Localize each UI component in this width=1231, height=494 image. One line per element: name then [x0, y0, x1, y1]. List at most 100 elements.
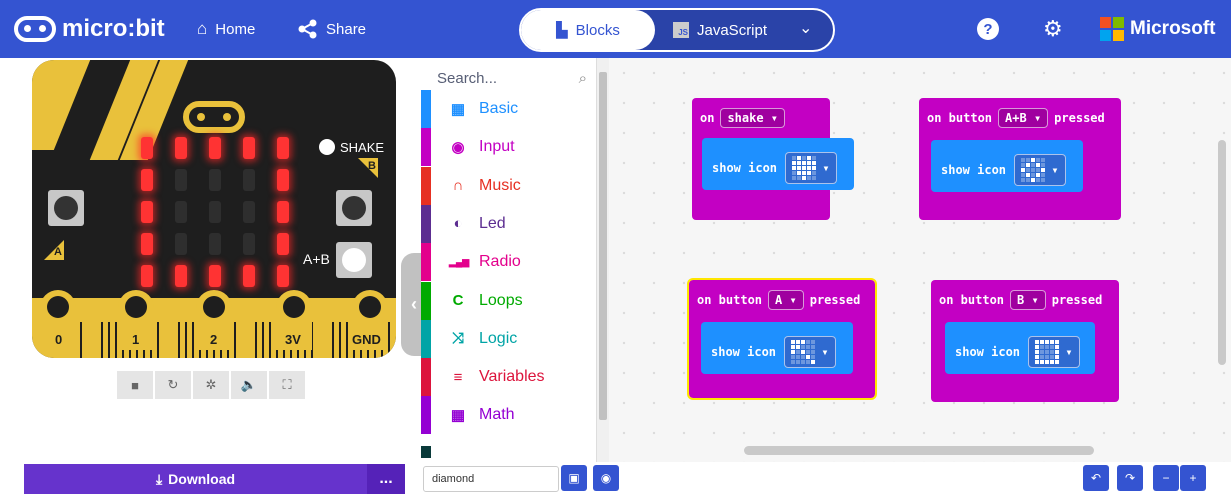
on-shake-block[interactable]: on shake ▾ show icon ▾ [692, 98, 854, 220]
icon-pixel [1050, 355, 1055, 359]
icon-pixel [1050, 350, 1055, 354]
icon-picker[interactable]: ▾ [785, 152, 838, 184]
simulator-controls: ■ ↻ ✲ 🔈 ⛶ [117, 371, 305, 399]
restart-icon[interactable]: ↻ [155, 371, 191, 399]
icon-pixel [1045, 345, 1050, 349]
icon-pixel [1045, 355, 1050, 359]
icon-picker[interactable]: ▾ [1014, 154, 1067, 186]
icon-pixel [791, 340, 796, 344]
pin-label: 1 [132, 332, 140, 347]
button-dropdown[interactable]: B ▾ [1010, 290, 1046, 310]
project-name-input[interactable] [423, 466, 559, 492]
led [243, 233, 255, 255]
show-icon-block[interactable]: show icon ▾ [702, 138, 854, 190]
shake-button[interactable] [319, 139, 335, 155]
share-button[interactable]: Share [298, 0, 366, 58]
undo-icon[interactable]: ↶ [1083, 465, 1109, 491]
edge-contact [262, 322, 264, 358]
gear-icon[interactable]: ⚙ [1043, 0, 1063, 58]
icon-pixel [811, 340, 816, 344]
icon-pixel [1036, 173, 1041, 177]
led [209, 233, 221, 255]
block-text: pressed [809, 293, 861, 307]
icon-pixel [811, 355, 816, 359]
led [141, 265, 153, 287]
icon-pixel [812, 176, 817, 180]
stop-icon[interactable]: ■ [117, 371, 153, 399]
button-dropdown[interactable]: A+B ▾ [998, 108, 1049, 128]
pin-label: 3V [285, 332, 301, 347]
search-input[interactable]: Search... ⌕ [437, 66, 587, 90]
category-logic[interactable]: ⤨ Logic [421, 319, 597, 358]
download-button[interactable]: ⤓ Download [24, 464, 367, 494]
block-text: show icon [711, 345, 777, 359]
toolbox-scrollbar[interactable] [597, 58, 609, 462]
icon-pixel [801, 340, 806, 344]
show-icon-block[interactable]: show icon ▾ [931, 140, 1083, 192]
category-music[interactable]: ∩ Music [421, 166, 597, 205]
search-icon: ⌕ [578, 69, 587, 87]
icon-pixel [1026, 158, 1031, 162]
led [175, 169, 187, 191]
category-input[interactable]: ◉ Input [421, 128, 597, 167]
redo-icon[interactable]: ↷ [1117, 465, 1143, 491]
category-math[interactable]: ▦ Math [421, 396, 597, 435]
category-radio[interactable]: ▂▄▆ Radio [421, 243, 597, 282]
category-basic[interactable]: ▦ Basic [421, 90, 597, 128]
icon-pixel [801, 345, 806, 349]
icon-pixel [807, 161, 812, 165]
icon-picker[interactable]: ▾ [1028, 336, 1081, 368]
button-ab[interactable] [336, 242, 372, 278]
icon-picker[interactable]: ▾ [784, 336, 837, 368]
icon-pixel [796, 360, 801, 364]
home-button[interactable]: ⌂ Home [197, 0, 255, 58]
workspace-scrollbar-horizontal[interactable] [744, 446, 1094, 455]
zoom-in-icon[interactable]: + [1180, 465, 1206, 491]
sound-icon[interactable]: 🔈 [231, 371, 267, 399]
workspace-scrollbar-vertical[interactable] [1218, 140, 1226, 365]
toolbox-scroll-thumb[interactable] [599, 72, 607, 420]
led [209, 265, 221, 287]
more-button[interactable]: ... [367, 464, 405, 494]
icon-pixel [1035, 345, 1040, 349]
help-icon[interactable]: ? [977, 18, 999, 40]
category-led[interactable]: ◐ Led [421, 204, 597, 243]
edge-contact [108, 322, 110, 358]
category-label: Loops [479, 291, 523, 309]
button-a[interactable] [48, 190, 84, 226]
logo-touch-icon[interactable] [183, 101, 245, 133]
pin-label: 0 [55, 332, 63, 347]
button-b[interactable] [336, 190, 372, 226]
tab-blocks[interactable]: ▙ Blocks [521, 10, 655, 50]
chevron-down-icon[interactable]: ⌄ [799, 18, 812, 38]
save-icon[interactable]: ▣ [561, 465, 587, 491]
microsoft-logo[interactable]: Microsoft [1100, 0, 1216, 58]
zoom-out-icon[interactable]: − [1153, 465, 1179, 491]
icon-pixel [801, 355, 806, 359]
icon-pixel [1031, 178, 1036, 182]
github-icon[interactable]: ◉ [593, 465, 619, 491]
category-loops[interactable]: C Loops [421, 281, 597, 320]
led [175, 265, 187, 287]
on-button-a-block[interactable]: on button A ▾ pressed show icon ▾ [687, 278, 877, 400]
button-dropdown[interactable]: A ▾ [768, 290, 804, 310]
on-button-b-block[interactable]: on button B ▾ pressed show icon ▾ [931, 280, 1119, 402]
icon-pixel [807, 156, 812, 160]
fullscreen-icon[interactable]: ⛶ [269, 371, 305, 399]
blocks-workspace[interactable]: on shake ▾ show icon ▾ on button A+B ▾ press… [609, 58, 1231, 462]
gesture-dropdown[interactable]: shake ▾ [720, 108, 786, 128]
edge-contact [255, 322, 257, 358]
icon-pixel [1026, 168, 1031, 172]
javascript-label: JavaScript [697, 21, 768, 39]
show-icon-block[interactable]: show icon ▾ [701, 322, 853, 374]
on-button-ab-block[interactable]: on button A+B ▾ pressed show icon ▾ [919, 98, 1121, 220]
led [141, 201, 153, 223]
led [277, 265, 289, 287]
show-icon-block[interactable]: show icon ▾ [945, 322, 1095, 374]
icon-pixel [806, 345, 811, 349]
microbit-logo[interactable]: micro:bit [14, 0, 165, 58]
debug-icon[interactable]: ✲ [193, 371, 229, 399]
category-variables[interactable]: ≡ Variables [421, 358, 597, 397]
icon-pixel [1035, 340, 1040, 344]
tab-javascript[interactable]: JS JavaScript [673, 10, 767, 50]
